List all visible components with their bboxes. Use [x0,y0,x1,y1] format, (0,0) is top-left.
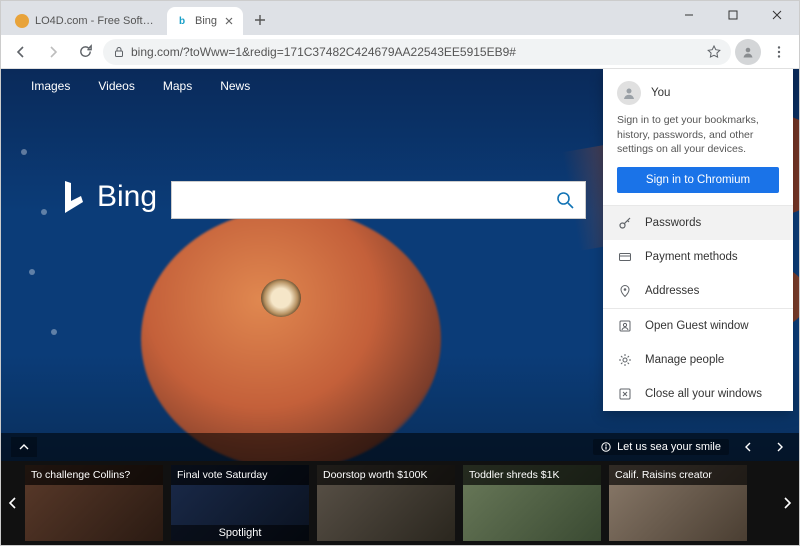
search-button[interactable] [545,182,585,218]
popup-header: You [603,69,793,113]
popup-item-label: Payment methods [645,251,738,263]
close-tab-icon[interactable] [223,15,235,27]
close-window-button[interactable] [755,1,799,29]
maximize-button[interactable] [711,1,755,29]
carousel-tile[interactable]: Doorstop worth $100K [317,465,455,541]
bg-octopus-eye [261,279,301,317]
browser-window: LO4D.com - Free Software Down… b Bing [0,0,800,546]
popup-item-payment[interactable]: Payment methods [603,240,793,274]
new-tab-button[interactable] [247,7,273,33]
bookmark-star-icon[interactable] [707,45,721,59]
hero-caption[interactable]: Let us sea your smile [593,439,729,455]
carousel-prev-button[interactable] [1,461,25,545]
card-icon [617,250,633,264]
minimize-button[interactable] [667,1,711,29]
carousel-tile[interactable]: To challenge Collins? [25,465,163,541]
window-controls [667,1,799,35]
carousel-tile[interactable]: Toddler shreds $1K [463,465,601,541]
tab-strip: LO4D.com - Free Software Down… b Bing [1,1,667,35]
tab-bing[interactable]: b Bing [167,7,243,35]
tab-title: LO4D.com - Free Software Down… [35,15,159,27]
tab-lo4d[interactable]: LO4D.com - Free Software Down… [7,7,167,35]
lock-icon [113,46,125,58]
bg-bubbles [11,129,111,429]
hero-next-button[interactable] [769,437,789,457]
nav-link-news[interactable]: News [220,79,250,93]
reload-button[interactable] [71,38,99,66]
expand-button[interactable] [11,437,37,457]
back-button[interactable] [7,38,35,66]
tile-caption: To challenge Collins? [25,465,163,485]
titlebar: LO4D.com - Free Software Down… b Bing [1,1,799,35]
close-windows-icon [617,387,633,401]
gear-icon [617,353,633,367]
toolbar: bing.com/?toWww=1&redig=171C37482C424679… [1,35,799,69]
signin-chromium-button[interactable]: Sign in to Chromium [617,167,779,193]
carousel-tile[interactable]: Calif. Raisins creator [609,465,747,541]
nav-link-maps[interactable]: Maps [163,79,192,93]
nav-link-videos[interactable]: Videos [98,79,134,93]
guest-icon [617,319,633,333]
pin-icon [617,284,633,298]
bing-logo: Bing [61,179,157,215]
menu-button[interactable] [765,38,793,66]
carousel-tile[interactable]: Final vote Saturday Spotlight [171,465,309,541]
tile-caption: Final vote Saturday [171,465,309,485]
tile-spotlight: Spotlight [171,525,309,541]
popup-item-close-windows[interactable]: Close all your windows [603,377,793,411]
forward-button[interactable] [39,38,67,66]
popup-item-addresses[interactable]: Addresses [603,274,793,308]
tile-caption: Doorstop worth $100K [317,465,455,485]
bing-wordmark: Bing [97,180,157,214]
popup-item-guest[interactable]: Open Guest window [603,309,793,343]
url-text: bing.com/?toWww=1&redig=171C37482C424679… [131,45,701,59]
news-carousel: To challenge Collins? Final vote Saturda… [1,461,799,545]
popup-item-label: Open Guest window [645,320,749,332]
tab-title: Bing [195,15,217,27]
hero-caption-text: Let us sea your smile [617,441,721,453]
avatar-icon [617,81,641,105]
search-box[interactable] [171,181,586,219]
popup-message: Sign in to get your bookmarks, history, … [603,113,793,167]
favicon-icon [15,14,29,28]
hero-prev-button[interactable] [739,437,759,457]
popup-item-label: Passwords [645,217,701,229]
nav-link-images[interactable]: Images [31,79,70,93]
address-bar[interactable]: bing.com/?toWww=1&redig=171C37482C424679… [103,39,731,65]
page-content: Images Videos Maps News Sign in Bing [1,69,799,545]
key-icon [617,216,633,230]
popup-item-label: Addresses [645,285,699,297]
profile-popup: You Sign in to get your bookmarks, histo… [603,69,793,411]
popup-you-label: You [651,87,670,99]
info-icon [601,442,611,452]
favicon-icon: b [175,14,189,28]
hero-info-bar: Let us sea your smile [1,433,799,461]
popup-item-passwords[interactable]: Passwords [603,206,793,240]
bing-nav-links: Images Videos Maps News [31,79,250,93]
popup-item-label: Close all your windows [645,388,762,400]
profile-button[interactable] [735,39,761,65]
popup-item-label: Manage people [645,354,724,366]
tile-caption: Calif. Raisins creator [609,465,747,485]
carousel-tiles: To challenge Collins? Final vote Saturda… [25,461,775,545]
bing-logo-icon [61,179,87,215]
tile-caption: Toddler shreds $1K [463,465,601,485]
bg-octopus [141,209,441,469]
popup-item-manage[interactable]: Manage people [603,343,793,377]
carousel-next-button[interactable] [775,461,799,545]
